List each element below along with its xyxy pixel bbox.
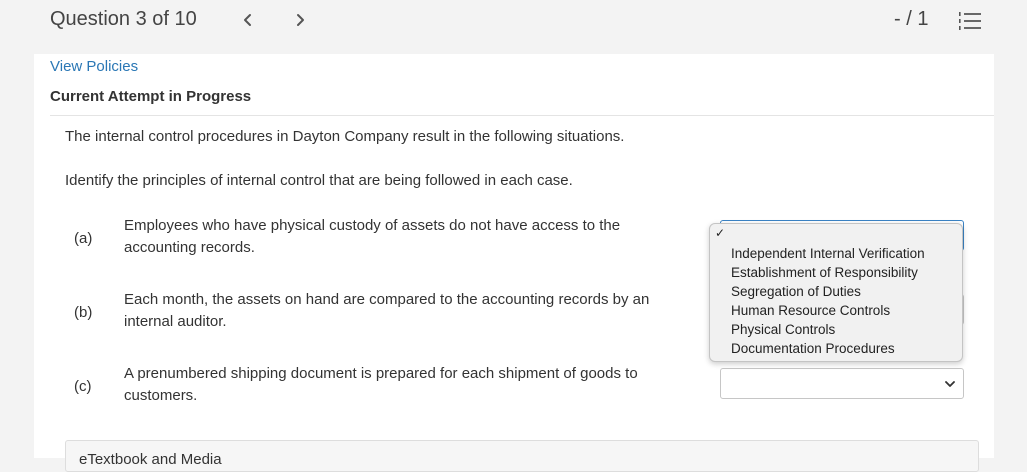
part-c-label: (c) bbox=[74, 378, 92, 395]
part-b-text: Each month, the assets on hand are compa… bbox=[124, 289, 684, 333]
principle-dropdown-menu[interactable]: ✓ Independent Internal Verification Esta… bbox=[709, 223, 963, 362]
part-b-line-2: internal auditor. bbox=[124, 313, 227, 330]
question-instruction: Identify the principles of internal cont… bbox=[65, 172, 573, 189]
etextbook-media-label: eTextbook and Media bbox=[79, 451, 222, 468]
part-b-label: (b) bbox=[74, 304, 93, 321]
option-human-resource-controls[interactable]: Human Resource Controls bbox=[731, 303, 890, 318]
score-display: - / 1 bbox=[894, 8, 929, 30]
part-a-label: (a) bbox=[74, 230, 93, 247]
option-documentation-procedures[interactable]: Documentation Procedures bbox=[731, 341, 895, 356]
chevron-left-icon[interactable] bbox=[238, 9, 258, 31]
checkmark-icon: ✓ bbox=[715, 226, 726, 240]
question-header: Question 3 of 10 - / 1 bbox=[0, 0, 1027, 40]
part-c-line-1: A prenumbered shipping document is prepa… bbox=[124, 365, 638, 382]
part-c-text: A prenumbered shipping document is prepa… bbox=[124, 363, 684, 407]
option-independent-internal-verification[interactable]: Independent Internal Verification bbox=[731, 246, 925, 261]
etextbook-media-panel[interactable]: eTextbook and Media bbox=[65, 440, 979, 472]
view-policies-link[interactable]: View Policies bbox=[50, 58, 138, 75]
chevron-right-icon[interactable] bbox=[290, 9, 310, 31]
question-intro: The internal control procedures in Dayto… bbox=[65, 128, 625, 145]
part-a-line-2: accounting records. bbox=[124, 239, 255, 256]
numbered-list-icon[interactable] bbox=[958, 10, 982, 32]
option-establishment-of-responsibility[interactable]: Establishment of Responsibility bbox=[731, 265, 918, 280]
part-c-line-2: customers. bbox=[124, 387, 198, 404]
part-b-line-1: Each month, the assets on hand are compa… bbox=[124, 291, 650, 308]
part-a-line-1: Employees who have physical custody of a… bbox=[124, 217, 621, 234]
part-c-select[interactable] bbox=[720, 368, 964, 399]
option-segregation-of-duties[interactable]: Segregation of Duties bbox=[731, 284, 861, 299]
part-a-text: Employees who have physical custody of a… bbox=[124, 215, 684, 259]
option-physical-controls[interactable]: Physical Controls bbox=[731, 322, 835, 337]
attempt-status: Current Attempt in Progress bbox=[50, 88, 252, 105]
chevron-down-icon bbox=[945, 381, 955, 387]
question-counter: Question 3 of 10 bbox=[50, 8, 197, 30]
